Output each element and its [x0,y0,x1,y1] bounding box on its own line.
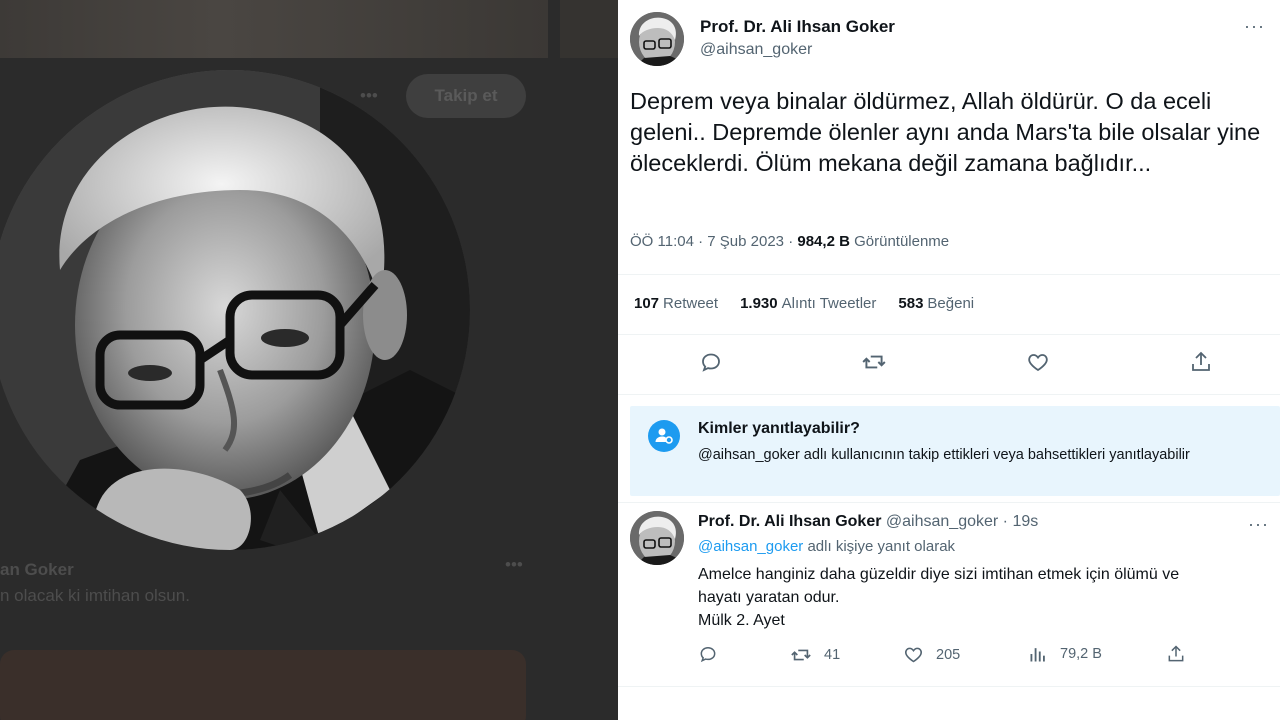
avatar-portrait [630,511,684,565]
reply-line: Mülk 2. Ayet [698,612,785,629]
like-stat[interactable]: 583 Beğeni [898,295,974,312]
reply-author-avatar[interactable] [630,511,684,565]
heart-icon [905,647,922,663]
ghost-more-icon: ••• [505,555,523,574]
author-name[interactable]: Prof. Dr. Ali Ihsan Goker [700,17,895,37]
divider [618,502,1280,503]
retweet-count: 107 [634,295,660,312]
tweet-meta: ÖÖ 11:04 · 7 Şub 2023 · 984,2 B Görüntül… [630,233,949,250]
person-at-icon [648,420,680,452]
reply-retweet-button[interactable]: 41 [790,644,840,666]
views-count: 984,2 B [797,233,850,250]
replying-suffix: adlı kişiye yanıt olarak [807,538,956,555]
header-banner [0,0,548,58]
author-handle[interactable]: @aihsan_goker [700,41,812,59]
reply-more-options-icon[interactable]: ··· [1248,514,1269,535]
reply-restriction-title: Kimler yanıtlayabilir? [698,420,860,437]
more-options-icon[interactable]: ··· [1244,16,1265,37]
analytics-icon [1030,648,1045,662]
divider [618,334,1280,335]
quote-count: 1.930 [740,295,778,312]
reply-share-button[interactable] [1166,644,1186,664]
replying-to: @aihsan_goker adlı kişiye yanıt olarak [698,538,955,555]
views-label: Görüntülenme [854,233,950,250]
tweet-panel: Prof. Dr. Ali Ihsan Goker @aihsan_goker … [618,0,1280,720]
reply-line: Amelce hanginiz daha güzeldir diye sizi … [698,566,1180,583]
meta-separator: · [1002,513,1008,530]
reply-restriction-box: Kimler yanıtlayabilir? @aihsan_goker adl… [630,406,1280,496]
divider [618,274,1280,275]
meta-separator: · [698,233,704,250]
reply-time-ago[interactable]: 19s [1012,513,1038,530]
tweet-actions [618,345,1280,379]
header-banner-edge [560,0,618,58]
profile-name-ghost: an Goker [0,560,74,579]
reply-tweet-actions: 41 205 79,2 B [698,644,1258,670]
heart-icon[interactable] [1025,349,1051,375]
profile-photo-large [0,70,470,550]
replying-mention-link[interactable]: @aihsan_goker [698,538,803,555]
reply-tweet-text: Amelce hanginiz daha güzeldir diye sizi … [698,563,1258,632]
retweet-icon [791,649,811,661]
quote-stat[interactable]: 1.930 Alıntı Tweetler [740,295,876,312]
reply-views-button[interactable]: 79,2 B [1028,644,1102,664]
like-count: 583 [898,295,924,312]
reply-like-button[interactable]: 205 [903,644,960,665]
tweet-date[interactable]: 7 Şub 2023 [707,233,784,250]
divider [618,394,1280,395]
reply-line: hayatı yaratan odur. [698,589,840,606]
tweet-text: Deprem veya binalar öldürmez, Allah öldü… [630,88,1261,176]
like-label: Beğeni [927,295,975,312]
quote-label: Alıntı Tweetler [781,295,877,312]
portrait-illustration [0,70,470,550]
reply-author-handle[interactable]: @aihsan_goker [886,513,998,530]
avatar-portrait [630,12,684,66]
tweet-time[interactable]: ÖÖ 11:04 [630,233,694,250]
reply-author-name[interactable]: Prof. Dr. Ali Ihsan Goker [698,513,881,530]
share-icon [1168,645,1184,662]
retweet-icon[interactable] [861,349,887,375]
divider [618,686,1280,687]
retweet-stat[interactable]: 107 Retweet [634,295,718,312]
comment-icon[interactable] [698,349,724,375]
author-avatar[interactable] [630,12,684,66]
share-icon[interactable] [1188,349,1214,375]
reply-retweet-count: 41 [824,647,841,663]
retweet-label: Retweet [663,295,719,312]
more-icon[interactable]: ••• [360,86,378,106]
tweet-stats: 107 Retweet 1.930 Alıntı Tweetler 583 Beğen… [634,295,974,312]
reply-views-count: 79,2 B [1060,646,1102,662]
meta-separator: · [788,233,794,250]
profile-bio-ghost: n olacak ki imtihan olsun. [0,586,190,605]
reply-like-count: 205 [936,646,961,663]
reply-restriction-description: @aihsan_goker adlı kullanıcının takip et… [698,447,1190,463]
comment-icon [700,646,716,663]
follow-button[interactable]: Takip et [406,74,526,118]
reply-tweet-header: Prof. Dr. Ali Ihsan Goker @aihsan_goker … [698,513,1038,531]
reply-comment-button[interactable] [698,644,718,664]
left-profile-panel: Takip et ••• an Goker n olacak ki imtiha… [0,0,618,720]
media-card-ghost [0,650,526,720]
